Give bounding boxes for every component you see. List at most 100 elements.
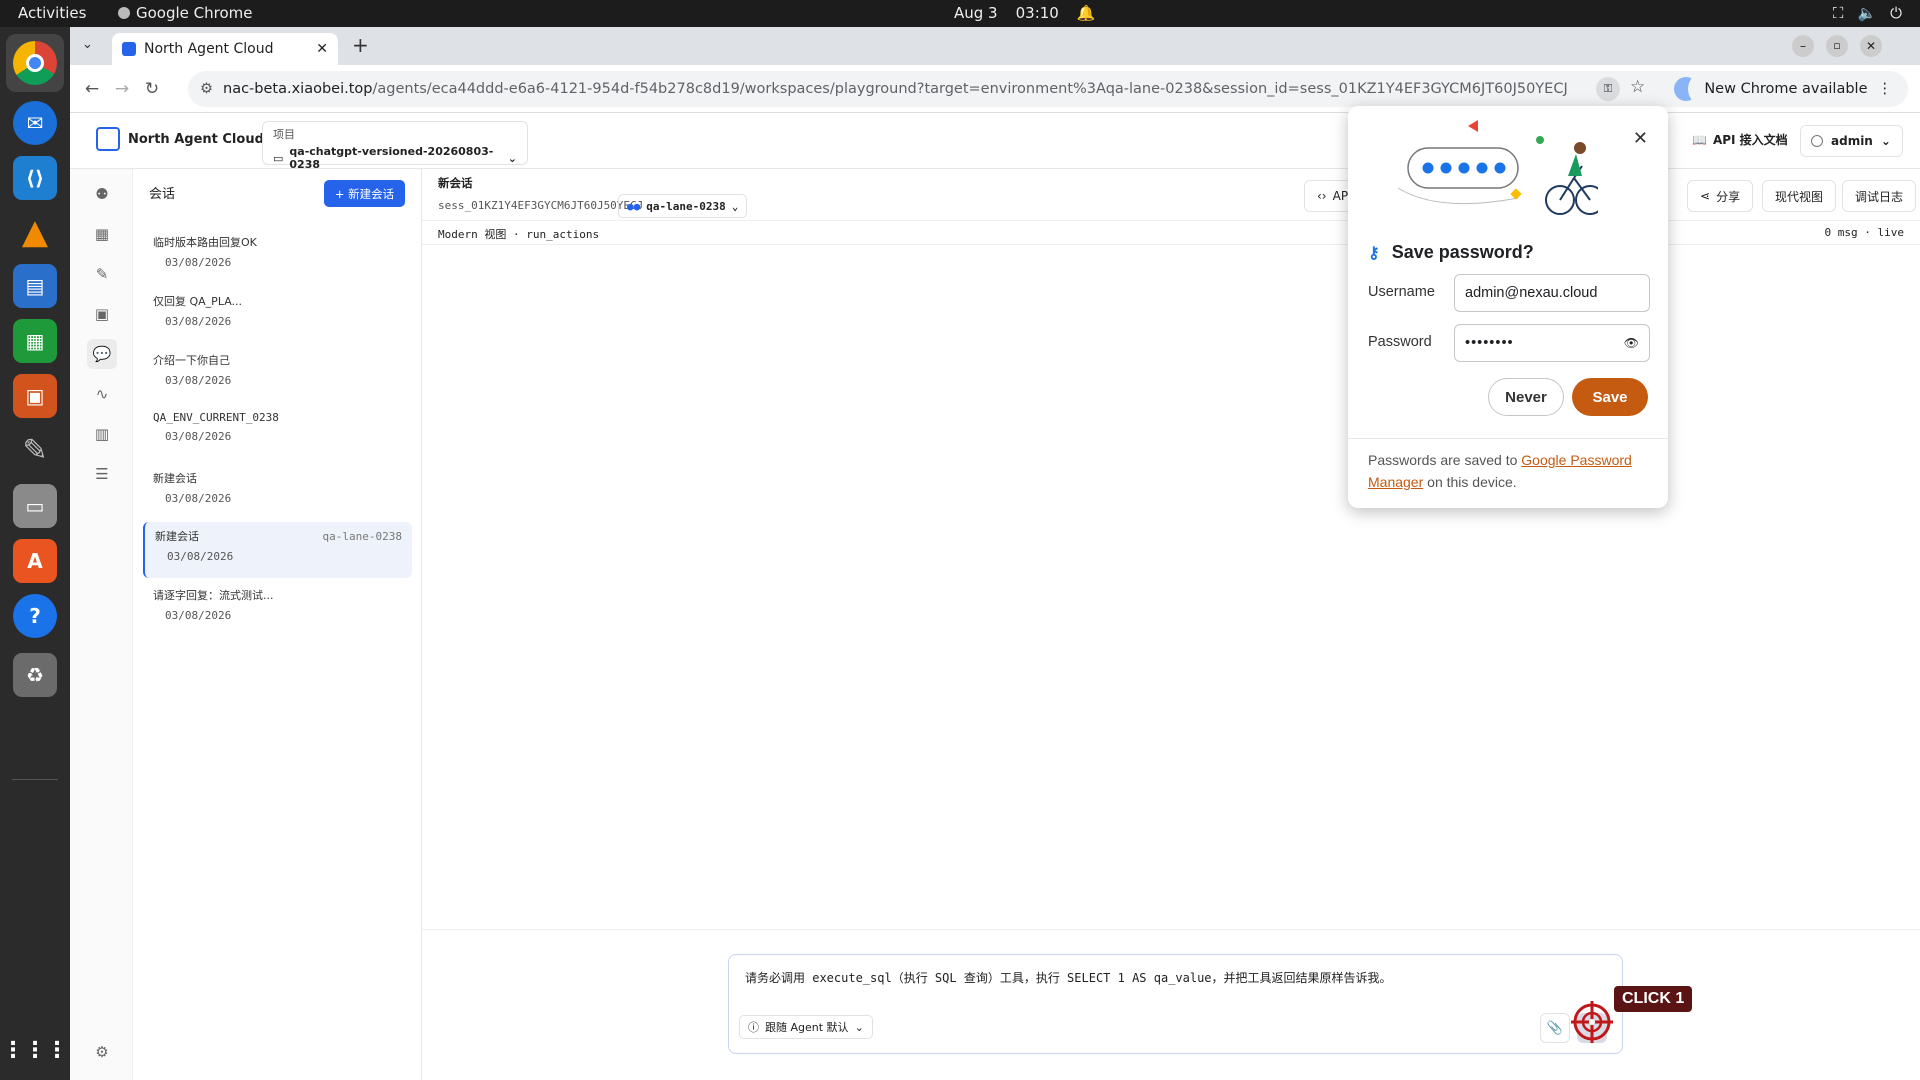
attach-paperclip-icon[interactable]: 📎 — [1540, 1013, 1570, 1043]
folder-icon: ▭ — [273, 151, 284, 165]
debug-log-button[interactable]: 调试日志 — [1842, 180, 1917, 212]
tab-close-icon[interactable]: ✕ — [316, 41, 328, 57]
session-id: sess_01KZ1Y4EF3GYCM6JT60J50YECJ — [438, 199, 644, 212]
sliders-icon[interactable]: ☰ — [87, 459, 117, 489]
dock-gimp[interactable]: ✎ — [6, 421, 64, 479]
tab-search-chevron-icon[interactable]: ⌄ — [82, 37, 93, 52]
new-chrome-label: New Chrome available — [1704, 81, 1868, 97]
system-tray[interactable]: ⛶ 🔈 ⏻ — [1833, 4, 1902, 22]
trash-icon: ♻ — [13, 653, 57, 697]
dock-app-grid[interactable]: ⋮⋮⋮ — [2, 1021, 68, 1079]
new-tab-icon[interactable]: + — [352, 33, 369, 57]
dock-chrome[interactable] — [6, 34, 64, 92]
session-title: 介绍一下你自己 — [153, 354, 230, 367]
lane-dots-icon: ●● — [627, 199, 641, 213]
dock-calc[interactable]: ▦ — [6, 312, 64, 370]
vscode-icon: ⟨⟩ — [13, 156, 57, 200]
close-dialog-icon[interactable]: ✕ — [1633, 128, 1648, 149]
save-button[interactable]: Save — [1572, 378, 1648, 416]
modern-view-label: 现代视图 — [1775, 189, 1824, 204]
password-value: •••••••• — [1465, 335, 1514, 351]
never-button[interactable]: Never — [1488, 378, 1564, 416]
reload-icon[interactable]: ↻ — [140, 77, 164, 101]
lane-chevron-icon: ⌄ — [731, 199, 739, 213]
share-button[interactable]: ⋖ 分享 — [1687, 180, 1754, 212]
terminal-icon[interactable]: ▣ — [87, 299, 117, 329]
dock-vlc[interactable]: ▲ — [6, 203, 64, 261]
forward-arrow-icon[interactable]: → — [110, 77, 134, 101]
lane-name: qa-lane-0238 — [646, 199, 726, 213]
activities-button[interactable]: Activities — [18, 4, 86, 22]
session-item[interactable]: 仅回复 QA_PLA... 03/08/2026 — [143, 287, 412, 343]
chat-icon[interactable]: 💬 — [87, 339, 117, 369]
new-session-button[interactable]: + 新建会话 — [324, 180, 405, 207]
robot-icon[interactable]: ⚉ — [87, 179, 117, 209]
modern-view-button[interactable]: 现代视图 — [1762, 180, 1837, 212]
dialog-footer: Passwords are saved to Google Password M… — [1348, 438, 1668, 508]
dock-writer[interactable]: ▤ — [6, 257, 64, 315]
dock-files[interactable]: ▭ — [6, 477, 64, 535]
dock-help[interactable]: ? — [6, 587, 64, 645]
clock[interactable]: Aug 3 03:10 🔔 — [954, 4, 1096, 22]
book-icon: 📖 — [1692, 132, 1707, 147]
help-icon: ? — [13, 594, 57, 638]
composer-text[interactable]: 请务必调用 execute_sql（执行 SQL 查询）工具，执行 SELECT… — [745, 969, 1392, 986]
sessions-title: 会话 — [149, 187, 176, 202]
new-chrome-available-button[interactable]: New Chrome available ⋮ — [1688, 71, 1908, 107]
writer-icon: ▤ — [13, 264, 57, 308]
brand[interactable]: North Agent Cloud — [96, 127, 264, 151]
save-password-dialog: ✕ ⚷ Save password? Username admin@nexau.… — [1348, 106, 1668, 508]
dock-vscode[interactable]: ⟨⟩ — [6, 149, 64, 207]
message-composer[interactable]: 请务必调用 execute_sql（执行 SQL 查询）工具，执行 SELECT… — [728, 954, 1623, 1054]
password-key-icon[interactable]: ⚿ — [1596, 77, 1620, 101]
chrome-icon — [13, 41, 57, 85]
address-bar[interactable]: ⚙ nac-beta.xiaobei.top/agents/eca44ddd-e… — [188, 71, 1718, 107]
site-info-icon[interactable]: ⚙ — [200, 81, 213, 97]
session-item[interactable]: 请逐字回复：流式测试... 03/08/2026 — [143, 581, 412, 637]
settings-gear-icon[interactable]: ⚙ — [87, 1037, 117, 1067]
session-item[interactable]: 新建会话 03/08/2026 — [143, 464, 412, 520]
pencil-icon[interactable]: ✎ — [87, 259, 117, 289]
app-menu[interactable]: Google Chrome — [118, 4, 253, 22]
footer-text-post: on this device. — [1423, 474, 1517, 490]
api-doc-link[interactable]: 📖 API 接入文档 — [1692, 131, 1788, 148]
session-item[interactable]: 介绍一下你自己 03/08/2026 — [143, 346, 412, 402]
lane-selector[interactable]: ●● qa-lane-0238 ⌄ — [618, 194, 748, 218]
dock-trash[interactable]: ♻ — [6, 646, 64, 704]
session-item[interactable]: QA_ENV_CURRENT_0238 03/08/2026 — [143, 405, 412, 461]
username-label: Username — [1368, 284, 1435, 300]
dock-thunderbird[interactable]: ✉ — [6, 94, 64, 152]
chrome-tab-strip: ⌄ North Agent Cloud ✕ + – ▫ ✕ — [70, 27, 1920, 65]
agent-label: 跟随 Agent 默认 — [765, 1021, 849, 1034]
chrome-small-icon — [118, 7, 130, 19]
session-item[interactable]: 临时版本路由回复OK 03/08/2026 — [143, 228, 412, 284]
activity-icon[interactable]: ∿ — [87, 379, 117, 409]
view-info: Modern 视图 · run_actions — [438, 228, 600, 241]
session-title: 请逐字回复：流式测试... — [153, 589, 274, 602]
username-field[interactable]: admin@nexau.cloud — [1454, 274, 1650, 312]
bar-chart-icon[interactable]: ▥ — [87, 419, 117, 449]
password-field[interactable]: •••••••• 👁 — [1454, 324, 1650, 362]
session-item-selected[interactable]: 新建会话 03/08/2026 qa-lane-0238 — [143, 522, 412, 578]
dock-impress[interactable]: ▣ — [6, 367, 64, 425]
minimize-icon[interactable]: – — [1792, 35, 1814, 57]
agent-selector[interactable]: ⓘ 跟随 Agent 默认 ⌄ — [739, 1015, 873, 1039]
session-title: QA_ENV_CURRENT_0238 — [153, 411, 279, 424]
back-arrow-icon[interactable]: ← — [80, 77, 104, 101]
date-text: Aug 3 — [954, 4, 998, 22]
dock-app-center[interactable]: A — [6, 532, 64, 590]
user-icon — [1811, 135, 1823, 147]
thunderbird-icon: ✉ — [13, 101, 57, 145]
user-menu[interactable]: admin ⌄ — [1800, 125, 1903, 157]
maximize-icon[interactable]: ▫ — [1826, 35, 1848, 57]
share-label: 分享 — [1716, 189, 1741, 204]
dashboard-icon[interactable]: ▦ — [87, 219, 117, 249]
eye-icon[interactable]: 👁 — [1624, 336, 1639, 350]
time-text: 03:10 — [1015, 4, 1059, 22]
tab-north-agent-cloud[interactable]: North Agent Cloud ✕ — [112, 33, 338, 65]
bookmark-star-icon[interactable]: ☆ — [1630, 77, 1645, 97]
close-window-icon[interactable]: ✕ — [1860, 35, 1882, 57]
project-selector[interactable]: 项目 ▭ qa-chatgpt-versioned-20260803-0238 … — [262, 121, 528, 171]
app-name: Google Chrome — [136, 4, 253, 22]
project-label: 项目 — [273, 128, 295, 141]
